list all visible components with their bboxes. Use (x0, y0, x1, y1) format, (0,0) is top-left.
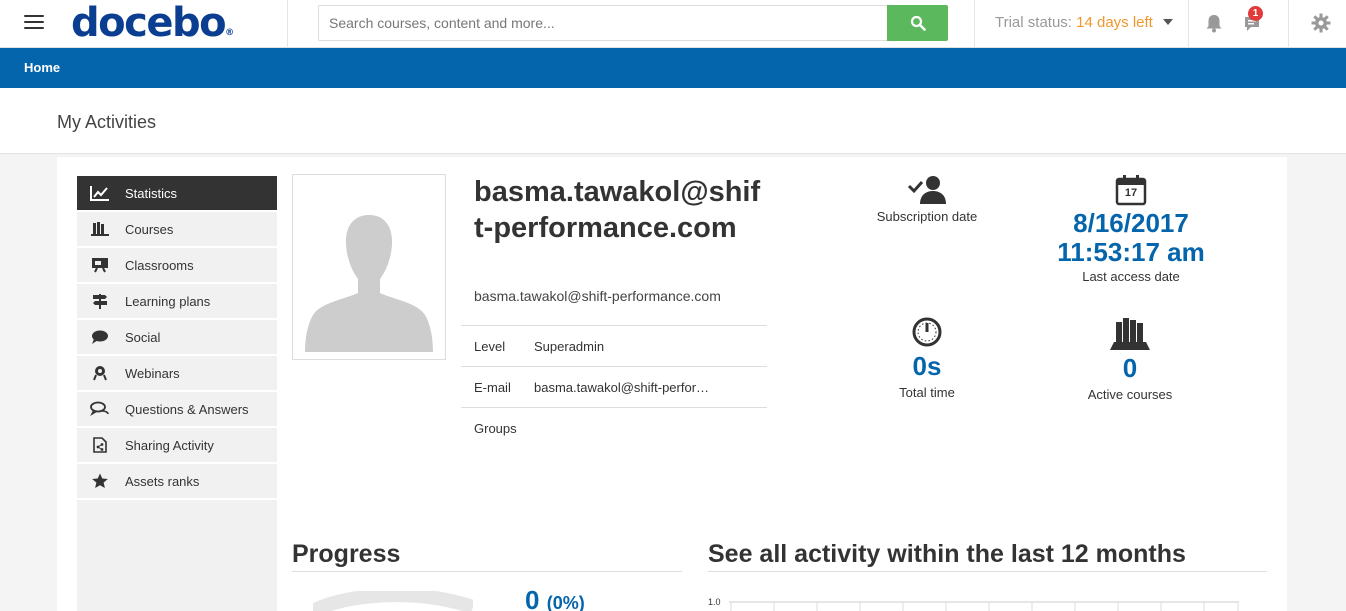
webinar-icon (89, 364, 111, 382)
progress-number: 0 (525, 585, 540, 611)
info-key: Level (474, 338, 506, 354)
breadcrumb-bar: Home (0, 48, 1346, 88)
sidebar-item-social[interactable]: Social (77, 320, 277, 356)
last-access-stat: 17 8/16/2017 11:53:17 am Last access dat… (1047, 174, 1215, 284)
user-email: basma.tawakol@shift-performance.com (474, 288, 721, 304)
active-courses-stat: 0 Active courses (1070, 316, 1190, 402)
sidebar-item-questions-answers[interactable]: Questions & Answers (77, 392, 277, 428)
share-icon (89, 436, 111, 454)
top-bar: docebo® Trial status: 14 days left 1 (0, 0, 1346, 48)
sidebar-item-label: Courses (125, 221, 174, 237)
sidebar-item-sharing-activity[interactable]: Sharing Activity (77, 428, 277, 464)
notification-badge: 1 (1248, 6, 1263, 21)
stopwatch-icon (912, 317, 942, 347)
divider (1288, 0, 1289, 48)
activity-title: See all activity within the last 12 mont… (708, 540, 1186, 568)
sidebar-item-classrooms[interactable]: Classrooms (77, 248, 277, 284)
subscription-date-stat: Subscription date (867, 174, 987, 224)
calendar-icon: 17 (1115, 174, 1147, 206)
total-time-value: 0s (912, 351, 942, 381)
user-placeholder-icon (305, 215, 433, 352)
main-panel: Statistics Courses Classrooms Learning p… (57, 157, 1287, 611)
page-title-bar: My Activities (0, 88, 1346, 154)
gear-icon[interactable] (1310, 12, 1332, 34)
info-row-groups: Groups (461, 407, 767, 448)
sidebar-item-learning-plans[interactable]: Learning plans (77, 284, 277, 320)
sidebar-item-label: Social (125, 329, 161, 345)
chart-icon (89, 184, 111, 202)
calendar-day: 17 (1124, 187, 1138, 199)
progress-divider (292, 571, 682, 572)
avatar (292, 174, 446, 360)
total-time-label: Total time (899, 385, 955, 400)
bell-icon[interactable] (1203, 12, 1225, 34)
info-key: E-mail (474, 379, 511, 395)
info-value: basma.tawakol@shift-performance.com (534, 379, 717, 395)
sidebar-item-label: Assets ranks (125, 473, 200, 489)
user-check-icon (907, 176, 946, 204)
sidebar-item-label: Classrooms (125, 257, 194, 273)
divider (287, 0, 288, 48)
active-courses-label: Active courses (1087, 387, 1173, 402)
activity-chart-grid (729, 601, 1239, 611)
trial-status-dropdown[interactable]: Trial status: 14 days left (995, 14, 1173, 31)
sidebar-item-label: Learning plans (125, 293, 211, 309)
divider (1188, 0, 1189, 48)
sidebar-item-label: Sharing Activity (125, 437, 214, 453)
active-courses-value: 0 (1122, 353, 1138, 383)
info-value: Superadmin (534, 338, 605, 354)
sidebar: Statistics Courses Classrooms Learning p… (77, 176, 277, 611)
last-access-label: Last access date (1082, 269, 1180, 284)
books-icon (1110, 318, 1150, 350)
search-button[interactable] (887, 5, 948, 41)
activity-divider (708, 571, 1267, 572)
last-access-time: 11:53:17 am (1057, 237, 1205, 267)
star-icon (89, 472, 111, 490)
trial-days-left: 14 days left (1076, 14, 1153, 31)
divider (974, 0, 975, 48)
sidebar-item-label: Webinars (125, 365, 180, 381)
sidebar-item-assets-ranks[interactable]: Assets ranks (77, 464, 277, 500)
sidebar-item-label: Statistics (125, 185, 178, 201)
signpost-icon (89, 292, 111, 310)
progress-title: Progress (292, 540, 401, 568)
progress-donut (313, 591, 473, 611)
last-access-date: 8/16/2017 (1073, 208, 1189, 238)
sidebar-item-webinars[interactable]: Webinars (77, 356, 277, 392)
page-title: My Activities (57, 112, 157, 132)
caret-down-icon (1162, 19, 1173, 26)
breadcrumb-home[interactable]: Home (24, 60, 60, 75)
chat-icon (89, 328, 111, 346)
classroom-icon (89, 256, 111, 274)
activity-y-tick: 1.0 (708, 597, 721, 607)
trial-status-label: Trial status: (995, 14, 1077, 31)
search-icon (910, 15, 926, 31)
courses-icon (89, 220, 111, 238)
search-input[interactable] (318, 5, 888, 41)
user-info-table: Level Superadmin E-mail basma.tawakol@sh… (461, 325, 767, 448)
progress-percent: (0%) (546, 593, 585, 611)
subscription-date-label: Subscription date (876, 209, 978, 224)
hamburger-menu-icon[interactable] (24, 15, 44, 31)
sidebar-item-label: Questions & Answers (125, 401, 249, 417)
info-row-email: E-mail basma.tawakol@shift-performance.c… (461, 366, 767, 407)
qa-icon (89, 400, 111, 418)
logo-text: docebo (71, 0, 227, 46)
user-fullname: basma.tawakol@shift-performance.com (474, 176, 761, 244)
progress-value: 0 (0%) (525, 585, 585, 611)
info-row-level: Level Superadmin (461, 325, 767, 366)
info-key: Groups (474, 420, 517, 436)
registered-mark: ® (225, 28, 235, 38)
sidebar-item-courses[interactable]: Courses (77, 212, 277, 248)
sidebar-item-statistics[interactable]: Statistics (77, 176, 277, 212)
docebo-logo[interactable]: docebo® (71, 0, 234, 46)
total-time-stat: 0s Total time (867, 316, 987, 400)
